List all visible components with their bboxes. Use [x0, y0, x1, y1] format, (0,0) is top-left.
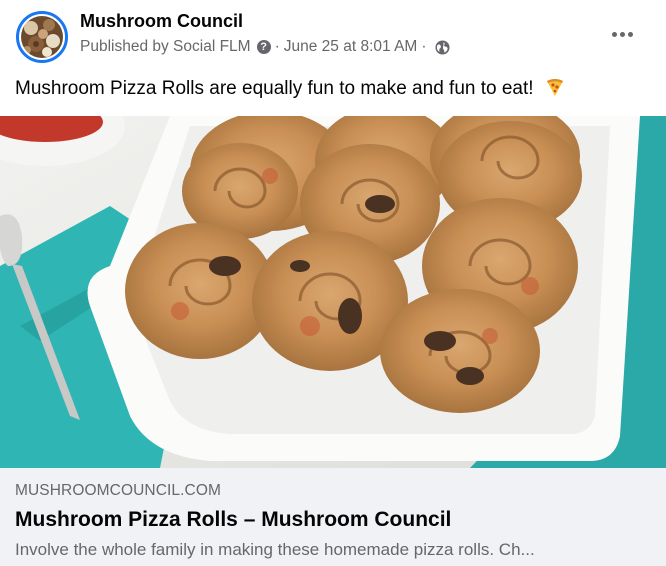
post-meta: Published by Social FLM ? · June 25 at 8… [80, 38, 450, 56]
pizza-slice-icon [545, 77, 565, 97]
globe-icon[interactable] [434, 39, 450, 55]
link-preview[interactable]: MUSHROOMCOUNCIL.COM Mushroom Pizza Rolls… [0, 468, 666, 566]
more-options-button[interactable] [600, 18, 644, 50]
post-caption: Mushroom Pizza Rolls are equally fun to … [15, 77, 565, 100]
post-image[interactable] [0, 116, 666, 468]
published-by[interactable]: Published by Social FLM [80, 38, 251, 56]
caption-text: Mushroom Pizza Rolls are equally fun to … [15, 78, 534, 99]
meta-separator: · [421, 38, 427, 55]
meta-separator: · [274, 38, 280, 55]
link-title[interactable]: Mushroom Pizza Rolls – Mushroom Council [15, 508, 451, 532]
page-name[interactable]: Mushroom Council [80, 11, 243, 32]
page-avatar[interactable] [16, 11, 68, 63]
link-description: Involve the whole family in making these… [15, 540, 535, 559]
facebook-post: Mushroom Council Published by Social FLM… [0, 0, 666, 566]
more-horizontal-icon [627, 31, 633, 37]
question-circle-icon[interactable]: ? [256, 40, 271, 54]
post-timestamp[interactable]: June 25 at 8:01 AM [284, 38, 418, 56]
link-domain: MUSHROOMCOUNCIL.COM [15, 482, 221, 499]
mushroom-assortment-avatar [21, 16, 63, 58]
more-horizontal-icon [619, 31, 625, 37]
post-header: Mushroom Council Published by Social FLM… [0, 0, 666, 70]
more-horizontal-icon [611, 31, 617, 37]
